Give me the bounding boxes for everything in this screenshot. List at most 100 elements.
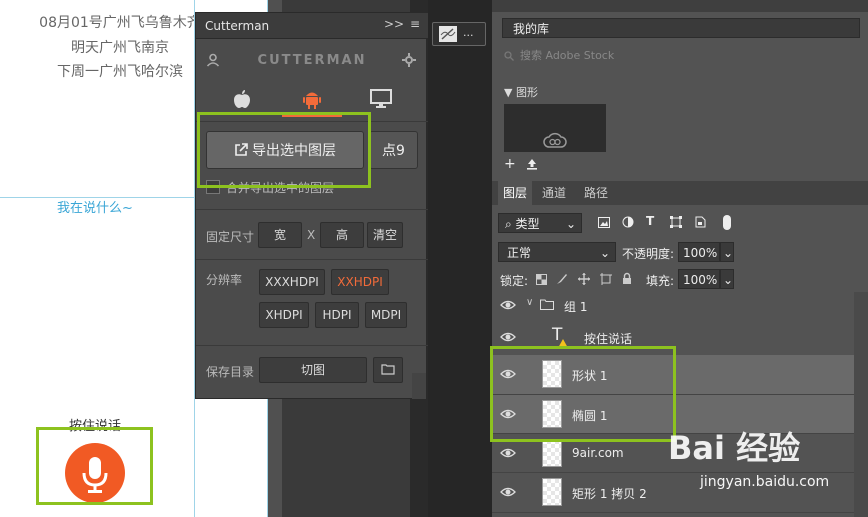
pixel-filter-icon[interactable] [598, 217, 610, 228]
chevron-down-icon: ⌄ [723, 246, 734, 260]
times-label: X [307, 228, 316, 242]
graphic-asset-thumbnail[interactable] [504, 104, 606, 152]
resolution-label: 分辨率 [206, 273, 243, 287]
chevron-down-icon: ⌄ [565, 217, 576, 231]
stock-search-placeholder: 搜索 Adobe Stock [520, 49, 615, 62]
lock-artboard-icon[interactable] [600, 273, 612, 285]
clear-button[interactable]: 清空 [367, 222, 403, 248]
res-xhdpi-button[interactable]: XHDPI [259, 302, 309, 328]
folder-icon [540, 299, 554, 310]
lock-position-icon[interactable] [578, 273, 590, 285]
layers-tab-bar: 图层 通道 路径 [492, 181, 868, 205]
chevron-down-icon: ⌄ [723, 273, 734, 287]
filter-toggle[interactable] [723, 215, 731, 230]
blend-row: 正常 ⌄ 不透明度: 100% ⌄ [492, 240, 868, 264]
nine-patch-button[interactable]: 点9 [369, 131, 418, 169]
watermark-logo: Bai 经验 [668, 429, 801, 467]
shape-filter-icon[interactable] [670, 216, 682, 228]
cutterman-panel: Cutterman >> ≡ CUTTERMAN 导出选中图层 点9 合并导出选… [195, 12, 428, 399]
fill-dropdown[interactable]: ⌄ [720, 269, 734, 289]
brush-preset-icon [439, 26, 457, 42]
fill-label: 填充: [646, 274, 675, 288]
layer-name[interactable]: 9air.com [572, 446, 624, 460]
divider [196, 259, 428, 260]
blend-mode-value: 正常 [507, 246, 532, 260]
group-expand-chevron-icon[interactable]: ∨ [526, 297, 533, 308]
tab-channels[interactable]: 通道 [536, 181, 572, 205]
upload-icon[interactable] [526, 158, 538, 170]
layer-name[interactable]: 组 1 [564, 298, 587, 315]
layer-filter-row: ⌕ 类型 ⌄ T [492, 211, 868, 235]
divider [196, 209, 428, 210]
add-icon[interactable]: + [504, 156, 516, 172]
lock-row: 锁定: 填充: 100% ⌄ [492, 267, 868, 291]
res-hdpi-button[interactable]: HDPI [315, 302, 359, 328]
res-xxhdpi-button[interactable]: XXHDPI [331, 269, 389, 295]
highlight-box-layers [490, 346, 676, 442]
collapse-triangle-icon: ▼ [504, 86, 516, 99]
width-input[interactable]: 宽 [258, 222, 302, 248]
mini-panel-tab-label: ... [463, 26, 474, 39]
creative-cloud-icon [543, 132, 567, 148]
graphics-section-title[interactable]: ▼ 图形 [504, 84, 538, 100]
layer-thumbnail [542, 439, 562, 467]
stock-search-input[interactable]: 搜索 Adobe Stock [502, 46, 860, 66]
lock-pixels-icon[interactable] [556, 273, 568, 285]
android-icon [303, 92, 321, 109]
save-dir-label: 保存目录 [206, 365, 255, 379]
adjustment-filter-icon[interactable] [622, 216, 634, 228]
search-icon [504, 51, 514, 61]
apple-icon [234, 90, 250, 108]
mini-panel-tab[interactable]: ... [432, 22, 486, 46]
watermark-url: jingyan.baidu.com [700, 474, 830, 490]
lock-transparent-icon[interactable] [536, 274, 547, 285]
cutterman-titlebar: Cutterman >> ≡ [196, 13, 428, 39]
divider [196, 345, 428, 346]
expand-icon[interactable]: >> [384, 17, 404, 31]
highlight-box-mic [36, 427, 153, 505]
desktop-icon [370, 89, 392, 108]
layer-name[interactable]: 按住说话 [584, 330, 632, 347]
layer-thumbnail [542, 478, 562, 506]
tab-layers[interactable]: 图层 [498, 181, 532, 205]
gear-icon[interactable] [402, 53, 416, 67]
graphics-title-text: 图形 [515, 86, 538, 99]
visibility-eye-icon[interactable] [500, 298, 516, 312]
kind-filter-value: 类型 [515, 217, 540, 231]
panel-menu-icon[interactable]: ≡ [410, 17, 420, 31]
folder-icon [381, 364, 395, 375]
smart-object-filter-icon[interactable] [694, 216, 706, 228]
res-mdpi-button[interactable]: MDPI [365, 302, 407, 328]
lock-label: 锁定: [500, 274, 529, 288]
opacity-label: 不透明度: [622, 247, 675, 261]
cutterman-scrollbar[interactable] [412, 373, 426, 399]
cut-button[interactable]: 切图 [259, 357, 367, 383]
cutterman-title: Cutterman [205, 19, 270, 33]
fill-input[interactable]: 100% [678, 269, 720, 289]
opacity-input[interactable]: 100% [678, 242, 720, 262]
res-xxxhdpi-button[interactable]: XXXHDPI [259, 269, 325, 295]
type-filter-icon[interactable]: T [646, 214, 654, 228]
highlight-box-export [197, 112, 371, 188]
visibility-eye-icon[interactable] [500, 446, 516, 460]
blend-mode-select[interactable]: 正常 ⌄ [498, 242, 616, 262]
kind-filter-select[interactable]: ⌕ 类型 ⌄ [498, 213, 582, 233]
choose-folder-button[interactable] [373, 357, 403, 383]
fixed-size-label: 固定尺寸 [206, 230, 255, 244]
visibility-eye-icon[interactable] [500, 485, 516, 499]
height-input[interactable]: 高 [320, 222, 364, 248]
layer-name[interactable]: 矩形 1 拷贝 2 [572, 485, 647, 502]
chevron-down-icon: ⌄ [599, 246, 610, 260]
panel-topbar [492, 0, 868, 12]
speech-text: 我在说什么~ [57, 201, 133, 216]
opacity-dropdown[interactable]: ⌄ [720, 242, 734, 262]
search-icon: ⌕ [505, 217, 516, 231]
library-select[interactable]: 我的库 [502, 18, 860, 38]
tab-paths[interactable]: 路径 [578, 181, 614, 205]
visibility-eye-icon[interactable] [500, 330, 516, 344]
layer-row-group[interactable]: ∨ 组 1 [492, 292, 868, 319]
baidu-jingyan-watermark: Bai 经验 jingyan.baidu.com [668, 418, 868, 517]
library-actions: + [504, 156, 564, 174]
cutterman-brand: CUTTERMAN [257, 53, 367, 68]
lock-all-icon[interactable] [622, 272, 632, 285]
